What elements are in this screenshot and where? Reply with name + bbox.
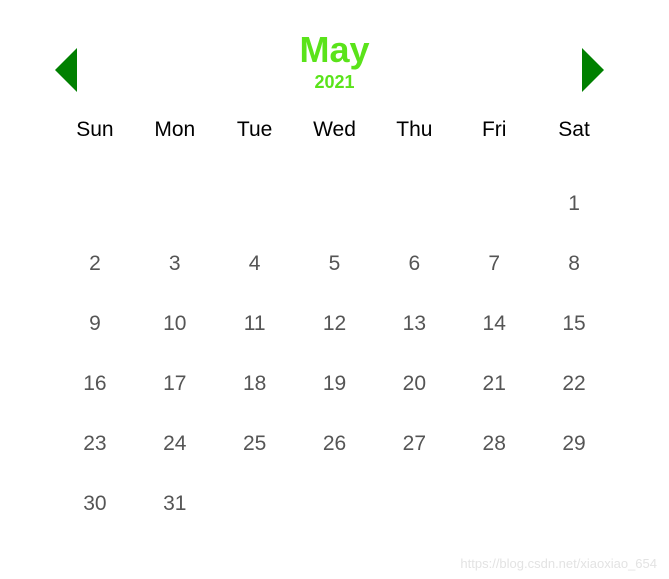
day-cell[interactable]: 15 — [534, 312, 614, 336]
day-cell[interactable]: 26 — [295, 432, 375, 456]
day-cell[interactable]: 27 — [374, 432, 454, 456]
watermark-text: https://blog.csdn.net/xiaoxiao_654 — [460, 556, 657, 571]
day-cell[interactable]: 18 — [215, 372, 295, 396]
day-cell[interactable]: 4 — [215, 252, 295, 276]
day-cell[interactable]: 5 — [295, 252, 375, 276]
weekday-header: Sun — [55, 118, 135, 156]
day-cell[interactable]: 30 — [55, 492, 135, 516]
day-cell[interactable]: 12 — [295, 312, 375, 336]
year-label: 2021 — [55, 72, 614, 93]
day-cell[interactable]: 31 — [135, 492, 215, 516]
day-cell[interactable]: 1 — [534, 192, 614, 216]
calendar-header: May 2021 — [55, 30, 614, 93]
day-cell[interactable]: 7 — [454, 252, 534, 276]
day-cell[interactable]: 14 — [454, 312, 534, 336]
day-cell[interactable]: 28 — [454, 432, 534, 456]
day-cell[interactable]: 23 — [55, 432, 135, 456]
weekday-header: Mon — [135, 118, 215, 156]
day-cell[interactable]: 17 — [135, 372, 215, 396]
day-cell[interactable]: 19 — [295, 372, 375, 396]
day-cell[interactable]: 2 — [55, 252, 135, 276]
day-cell[interactable]: 16 — [55, 372, 135, 396]
day-cell[interactable]: 11 — [215, 312, 295, 336]
weekday-header: Thu — [374, 118, 454, 156]
day-cell[interactable]: 9 — [55, 312, 135, 336]
weekday-header: Wed — [295, 118, 375, 156]
day-cell[interactable]: 21 — [454, 372, 534, 396]
day-cell[interactable]: 10 — [135, 312, 215, 336]
day-cell[interactable]: 8 — [534, 252, 614, 276]
day-cell[interactable]: 25 — [215, 432, 295, 456]
next-month-arrow-icon[interactable] — [582, 48, 604, 92]
month-label: May — [55, 30, 614, 70]
day-cell[interactable]: 3 — [135, 252, 215, 276]
weekday-header: Fri — [454, 118, 534, 156]
day-cell[interactable]: 6 — [374, 252, 454, 276]
day-cell[interactable]: 29 — [534, 432, 614, 456]
day-cell[interactable]: 22 — [534, 372, 614, 396]
calendar: May 2021 SunMonTueWedThuFriSat1234567891… — [0, 0, 669, 536]
weekday-header: Sat — [534, 118, 614, 156]
day-cell[interactable]: 13 — [374, 312, 454, 336]
prev-month-arrow-icon[interactable] — [55, 48, 77, 92]
day-cell[interactable]: 24 — [135, 432, 215, 456]
weekday-header: Tue — [215, 118, 295, 156]
day-cell[interactable]: 20 — [374, 372, 454, 396]
calendar-grid: SunMonTueWedThuFriSat1234567891011121314… — [55, 118, 614, 516]
